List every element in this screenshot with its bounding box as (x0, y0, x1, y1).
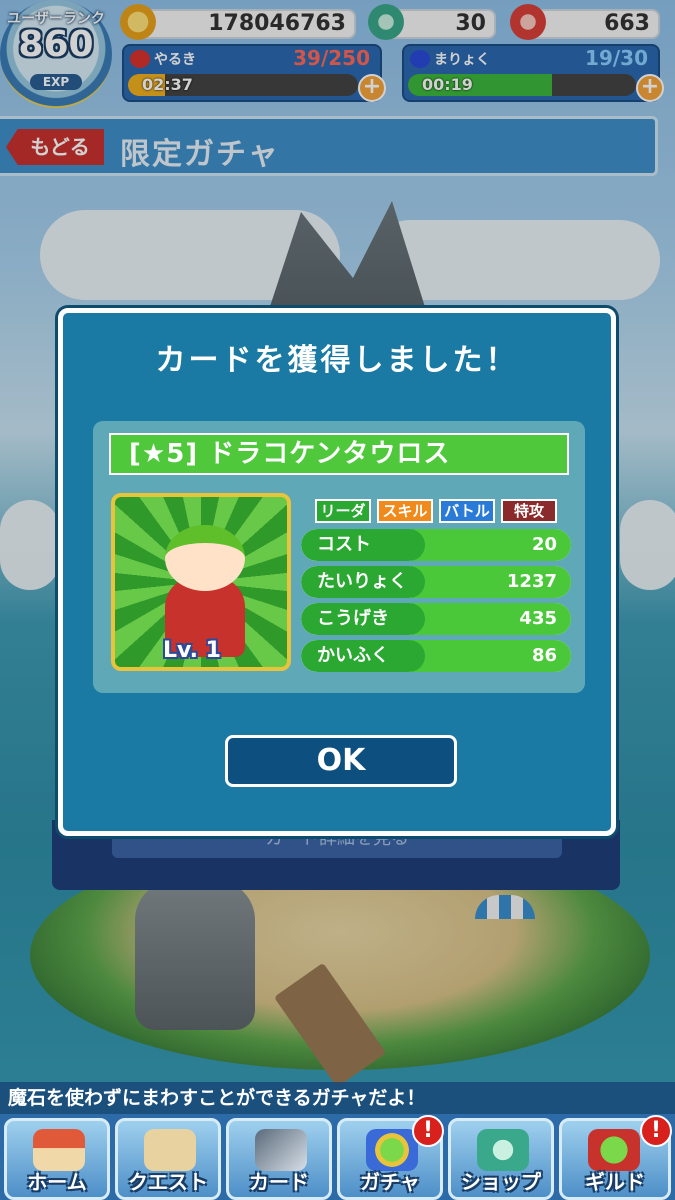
stat-value: 86 (531, 645, 557, 666)
character-head (165, 525, 245, 591)
card-info-panel: [★5] ドラコケンタウロス Lv. 1 リーダー スキル バトル 特攻 コスト… (93, 421, 585, 693)
ok-button[interactable]: OK (225, 735, 457, 787)
card-acquired-dialog: カードを獲得しました！ [★5] ドラコケンタウロス Lv. 1 リーダー スキ… (58, 308, 616, 836)
nav-home[interactable]: ホーム (4, 1118, 110, 1200)
dialog-title: カードを獲得しました！ (155, 343, 519, 378)
nav-label: カード (249, 1170, 309, 1194)
alert-badge: ! (412, 1115, 444, 1147)
stat-value: 1237 (506, 571, 557, 592)
nav-quest[interactable]: クエスト (115, 1118, 221, 1200)
stat-label: コスト (301, 529, 425, 561)
cards-icon (255, 1129, 307, 1171)
card-name: [★5] ドラコケンタウロス (109, 433, 569, 475)
house-icon (33, 1129, 85, 1171)
stat-label: かいふく (301, 640, 425, 672)
gem-shop-icon (477, 1129, 529, 1171)
map-icon (144, 1129, 196, 1171)
nav-gacha[interactable]: ガチャ ! (337, 1115, 444, 1200)
stat-value: 20 (531, 534, 557, 555)
tag-leader: リーダー (315, 499, 371, 540)
nav-label: クエスト (128, 1170, 208, 1194)
card-portrait[interactable]: Lv. 1 (111, 493, 291, 671)
nav-label: ショップ (461, 1170, 541, 1194)
gacha-icon (366, 1129, 418, 1171)
info-ticker: 魔石を使わずにまわすことができるガチャだよ！ (0, 1082, 675, 1116)
stat-label: たいりょく (301, 566, 425, 598)
alert-badge: ! (640, 1115, 672, 1147)
nav-label: ガチャ (360, 1170, 420, 1194)
tag-battle: バトル (439, 499, 495, 523)
stat-row-attack: こうげき 435 (301, 603, 571, 635)
nav-card[interactable]: カード (226, 1118, 332, 1200)
tag-special-attack: 特攻 (501, 499, 557, 523)
tag-skill: スキル (377, 499, 433, 523)
nav-guild[interactable]: ギルド ! (559, 1115, 672, 1200)
nav-label: ギルド (585, 1170, 645, 1194)
nav-label: ホーム (27, 1170, 87, 1194)
bottom-nav: ホーム クエスト カード ガチャ ! ショップ ギルド ! (0, 1114, 675, 1200)
stat-value: 435 (519, 608, 557, 629)
stat-label: こうげき (301, 603, 425, 635)
card-level: Lv. 1 (163, 638, 221, 663)
stat-row-hp: たいりょく 1237 (301, 566, 571, 598)
guild-icon (588, 1129, 640, 1171)
stat-row-cost: コスト 20 (301, 529, 571, 561)
stat-row-recovery: かいふく 86 (301, 640, 571, 672)
nav-shop[interactable]: ショップ (448, 1118, 554, 1200)
